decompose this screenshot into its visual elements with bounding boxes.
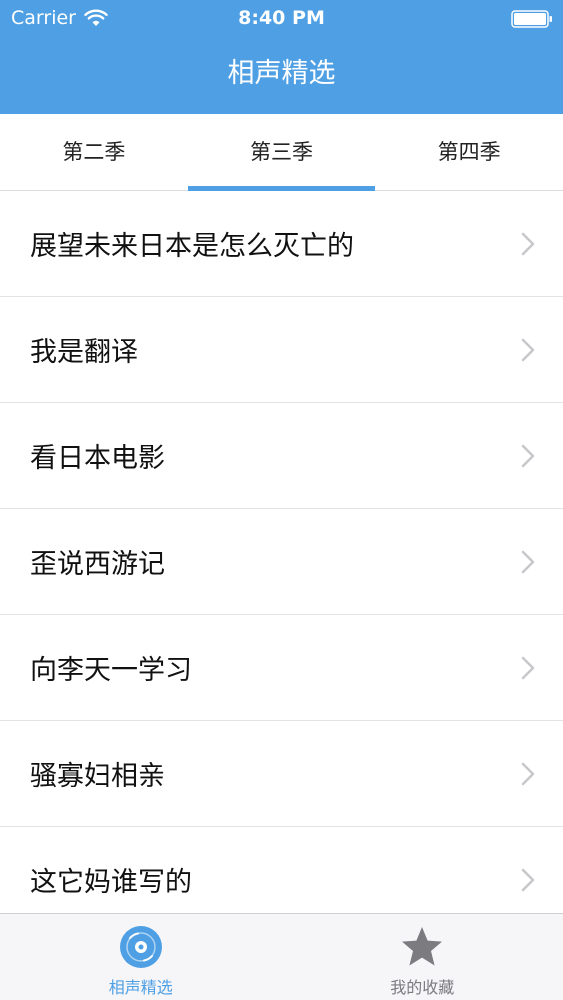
navigation-header: Carrier 8:40 PM 相声精选 [0,0,563,114]
list-item[interactable]: 我是翻译 [0,297,563,403]
episode-title: 展望未来日本是怎么灭亡的 [30,231,354,262]
tab-label: 第三季 [250,140,313,164]
tab-season-2[interactable]: 第二季 [0,114,188,190]
app-screen: Carrier 8:40 PM 相声精选 第二季 第三季 第四季 展望未来日本是… [0,0,563,1000]
episode-title: 看日本电影 [30,443,165,474]
tab-season-3[interactable]: 第三季 [187,114,376,191]
page-title: 相声精选 [227,58,336,89]
tabbar-item-favorites[interactable]: 我的收藏 [282,914,563,1000]
tabbar-item-featured[interactable]: 相声精选 [0,914,282,1000]
season-tabs: 第二季 第三季 第四季 [0,114,563,191]
list-item[interactable]: 向李天一学习 [0,615,563,721]
list-item[interactable]: 骚寡妇相亲 [0,721,563,827]
list-item[interactable]: 这它妈谁写的 [0,827,563,913]
tabbar-label: 相声精选 [108,978,173,997]
list-item[interactable]: 展望未来日本是怎么灭亡的 [0,191,563,297]
list-item[interactable]: 歪说西游记 [0,509,563,615]
chevron-right-icon [521,550,535,573]
episode-title: 我是翻译 [30,337,138,368]
episode-title: 向李天一学习 [30,655,192,686]
tabbar-label: 我的收藏 [390,978,455,997]
star-icon [402,927,443,966]
episode-title: 骚寡妇相亲 [30,761,165,792]
list-item[interactable]: 看日本电影 [0,403,563,509]
chevron-right-icon [521,656,535,679]
status-bar: Carrier 8:40 PM [0,0,563,38]
chevron-right-icon [521,232,535,255]
tab-label: 第四季 [437,140,501,164]
tab-label: 第二季 [62,140,126,164]
tab-season-4[interactable]: 第四季 [375,114,563,190]
chevron-right-icon [521,338,535,361]
chevron-right-icon [521,762,535,785]
episode-list[interactable]: 展望未来日本是怎么灭亡的 我是翻译 看日本电影 歪说西游记 向李天一学习 骚寡妇… [0,191,563,913]
clock: 8:40 PM [238,7,325,29]
bottom-tab-bar: 相声精选 我的收藏 [0,913,563,1000]
episode-title: 这它妈谁写的 [30,867,192,898]
disc-icon [119,926,162,968]
chevron-right-icon [521,868,535,891]
battery-icon [511,10,552,28]
episode-title: 歪说西游记 [30,549,165,580]
chevron-right-icon [521,444,535,467]
